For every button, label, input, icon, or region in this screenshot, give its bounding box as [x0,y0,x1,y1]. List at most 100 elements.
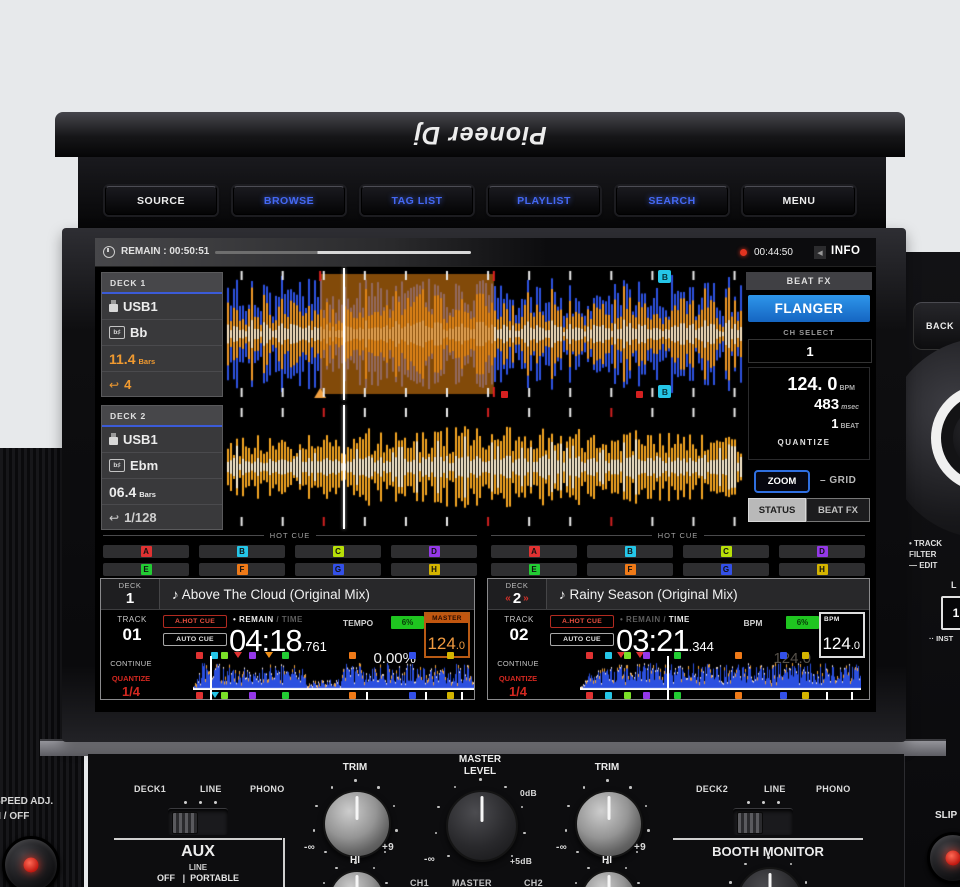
master-level-knob[interactable] [446,790,518,862]
deck2-track-overview[interactable] [580,652,861,702]
remain-time-label: REMAIN : 00:50:51 [121,246,209,257]
ch1-input-switch[interactable] [168,808,228,835]
zoom-button[interactable]: ZOOM [754,470,810,493]
deck2-info-card[interactable]: DECK 2 USB1 b♯ Ebm 06.4 Bars ↩ 1/128 [101,405,223,530]
knob-pointer [356,796,359,820]
deck1-waveform[interactable]: BB [225,268,745,400]
hot-cue-slot-d[interactable]: D [779,545,865,558]
touchscreen[interactable]: REMAIN : 00:50:51 00:44:50 ◀ INFO DECK 1… [95,238,876,712]
ch1-trim-knob[interactable] [323,790,391,858]
hot-cue-slot-a[interactable]: A [103,545,189,558]
deck2-bars-row: 06.4 Bars [102,479,222,505]
knob-tick [637,882,640,885]
hot-cue-slot-g[interactable]: G [295,563,381,576]
hot-cue-slot-b[interactable]: B [199,545,285,558]
hot-cue-slot-h[interactable]: H [391,563,477,576]
deck2-key: Ebm [130,458,158,473]
overview-cue-marker [349,652,356,659]
hot-cue-slot-d[interactable]: D [391,545,477,558]
slip-button[interactable] [927,832,960,884]
hot-cue-chip-a: A [141,546,152,557]
deck2-overview-canvas[interactable] [580,660,861,690]
hot-cue-slot-c[interactable]: C [295,545,381,558]
hot-cue-slot-a[interactable]: A [491,545,577,558]
deck1-waveform-canvas[interactable] [225,268,745,400]
hot-cue-label: HOT CUE [658,531,699,540]
track-label: TRACK [492,615,546,624]
ch2-input-switch[interactable] [733,808,793,835]
ch2-hi-knob[interactable] [581,870,637,887]
deck2-bars-unit: Bars [139,490,156,499]
status-tab[interactable]: STATUS [748,498,806,522]
loop-beats-display: 1 [941,596,960,630]
overview-cue-marker [447,692,454,699]
speed-adj-button[interactable] [2,836,60,887]
beat-fx-tab[interactable]: BEAT FX [806,498,870,522]
hot-cue-slot-b[interactable]: B [587,545,673,558]
ch-select-value[interactable]: 1 [748,339,872,363]
ch2-input-switch-thumb[interactable] [737,812,763,834]
fx-select-button[interactable]: FLANGER [748,295,870,322]
deck2-waveform-canvas[interactable] [225,405,745,529]
deck1-track-overview[interactable] [193,652,474,702]
overview-cue-marker [447,652,454,659]
button-browse[interactable]: BROWSE [233,186,345,215]
right-browse-unit: BACK • TRACK FILTER — EDIT L 1 ·· INST S… [904,252,960,887]
knob-tick [323,882,326,885]
meter-ch1-label: CH1 [410,878,429,887]
hot-cue-slot-e[interactable]: E [103,563,189,576]
ch1-hi-knob[interactable] [329,870,385,887]
knob-tick [504,786,507,789]
deck1-bars: 11.4 [109,351,135,367]
overview-cue-marker [802,692,809,699]
button-search[interactable]: SEARCH [616,186,728,215]
fx-beat-value: 1 [831,416,838,431]
overview-cue-marker [282,652,289,659]
deck1-key-row: b♯ Bb [102,320,222,346]
ch2-trim-knob[interactable] [575,790,643,858]
hot-cue-slot-g[interactable]: G [683,563,769,576]
hot-cue-slot-c[interactable]: C [683,545,769,558]
overview-cue-marker [586,692,593,699]
knob-pointer [608,796,611,820]
hot-cue-slot-f[interactable]: F [587,563,673,576]
divider-line [316,535,477,536]
deck1-overview-canvas[interactable] [193,660,474,690]
deck2-loop-row: ↩ 1/128 [102,505,222,530]
booth-monitor-knob[interactable] [737,867,803,887]
deck2-source-row: USB1 [102,427,222,453]
overview-cue-marker [282,692,289,699]
hot-cue-chip-f: F [625,564,636,575]
deck1-track-body: TRACK 01 CONTINUE QUANTIZE 1/4 A.HOT CUE… [101,610,474,700]
deck1-source-row: USB1 [102,294,222,320]
overview-cue-marker [674,692,681,699]
overview-cue-marker [674,652,681,659]
hot-cue-chip-g: G [333,564,344,575]
hot-cue-slot-e[interactable]: E [491,563,577,576]
deck2-waveform[interactable] [225,405,745,529]
deck1-source: USB1 [123,299,158,314]
overview-cue-marker [780,692,787,699]
fx-msec-value: 483 [814,396,839,413]
hot-cue-slot-f[interactable]: F [199,563,285,576]
button-menu[interactable]: MENU [743,186,855,215]
aux-label: AUX [114,843,282,861]
button-tag-list[interactable]: TAG LIST [361,186,473,215]
grid-label[interactable]: – GRID [820,475,856,486]
screen-bezel: REMAIN : 00:50:51 00:44:50 ◀ INFO DECK 1… [62,228,906,742]
knob-tick [523,832,526,835]
deck1-quantize-value: 1/4 [101,684,161,699]
hot-cue-label-row: HOT CUE [491,530,865,540]
fx-quantize-label: QUANTIZE [749,438,859,447]
loop-icon: ↩ [109,511,119,525]
ch1-input-switch-thumb[interactable] [172,812,198,834]
deck1-info-card[interactable]: DECK 1 USB1 b♯ Bb 11.4 Bars ↩ 4 [101,272,223,397]
button-playlist[interactable]: PLAYLIST [488,186,600,215]
aux-line-label: LINE [114,863,282,872]
phono-input-label: PHONO [816,784,851,794]
knob-tick [625,867,628,870]
knob-tick [606,779,609,782]
button-source[interactable]: SOURCE [105,186,217,215]
hot-cue-slot-h[interactable]: H [779,563,865,576]
ch-select-label: CH SELECT [746,328,872,337]
